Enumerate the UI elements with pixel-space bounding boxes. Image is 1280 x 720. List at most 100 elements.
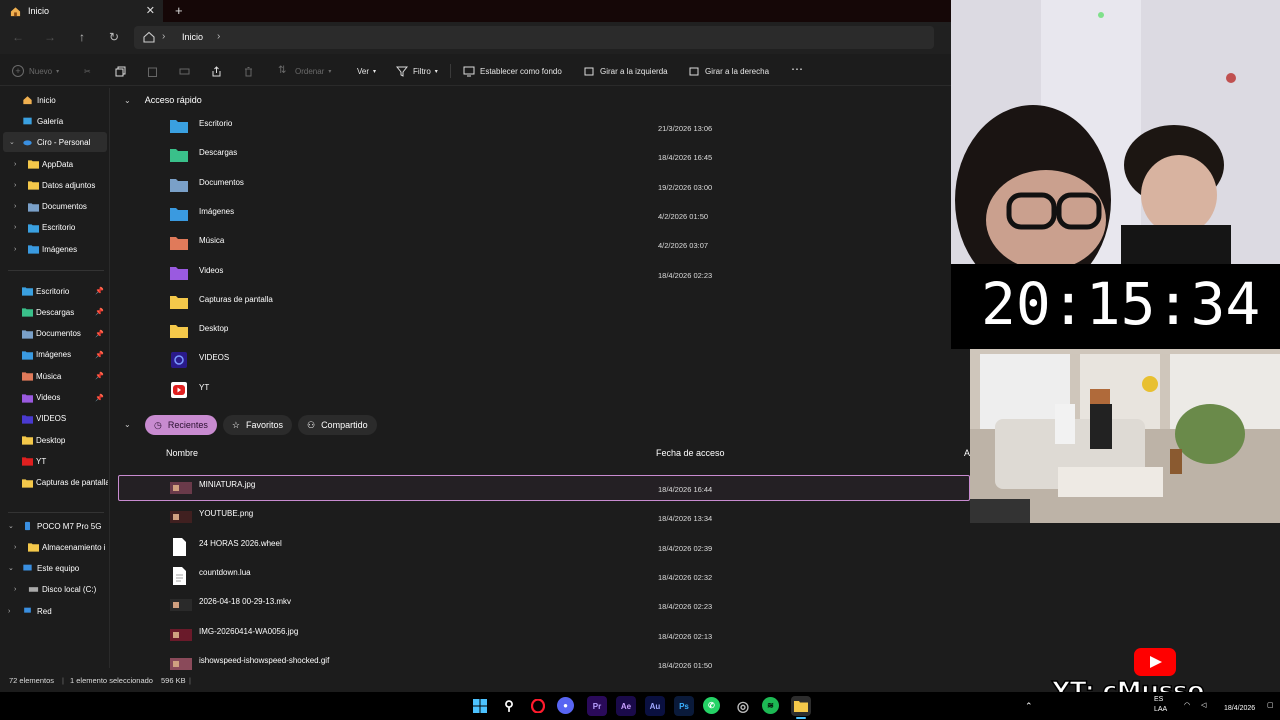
view-button[interactable]: Ver ▾	[357, 64, 376, 78]
chevron-right-icon[interactable]: ›	[217, 31, 220, 42]
sidebar-item-network[interactable]: › Red	[0, 601, 108, 621]
quick-access-item[interactable]: Imágenes 4/2/2026 01:50	[160, 206, 950, 232]
rotate-left-button[interactable]: Girar a la izquierda	[583, 64, 668, 78]
obs-icon[interactable]: ◎	[733, 696, 753, 716]
spotify-icon[interactable]: ≋	[762, 697, 779, 714]
volume-icon[interactable]: ◁	[1201, 701, 1206, 709]
quick-access-item[interactable]: Escritorio 21/3/2026 13:06	[160, 118, 950, 144]
wifi-icon[interactable]: ◠	[1184, 701, 1190, 709]
after-effects-icon[interactable]: Ae	[616, 696, 636, 716]
recent-file-row[interactable]: MINIATURA.jpg 18/4/2026 16:44	[160, 479, 950, 505]
chevron-right-icon[interactable]: ›	[14, 203, 16, 210]
pin-icon[interactable]: 📌	[95, 372, 104, 380]
share-icon[interactable]	[211, 64, 222, 78]
sidebar-item-galeria[interactable]: Galería	[0, 111, 108, 131]
pin-icon[interactable]: 📌	[95, 330, 104, 338]
sidebar-item-pinned-imágenes[interactable]: Imágenes 📌	[0, 345, 108, 365]
opera-icon[interactable]	[528, 696, 548, 716]
start-button[interactable]	[470, 696, 490, 716]
cut-icon[interactable]: ✂	[84, 64, 91, 78]
pin-icon[interactable]: 📌	[95, 394, 104, 402]
sidebar-item-pinned-capturas-de-pantalla[interactable]: Capturas de pantalla	[0, 473, 108, 493]
chevron-right-icon[interactable]: ›	[14, 224, 16, 231]
back-arrow-icon[interactable]: ←	[11, 30, 25, 44]
delete-icon[interactable]	[243, 64, 254, 78]
copy-icon[interactable]	[115, 64, 126, 78]
recent-file-row[interactable]: 24 HORAS 2026.wheel 18/4/2026 02:39	[160, 537, 950, 564]
set-background-button[interactable]: Establecer como fondo	[463, 64, 562, 78]
sidebar-item-pinned-desktop[interactable]: Desktop	[0, 430, 108, 450]
recent-file-row[interactable]: 2026-04-18 00-29-13.mkv 18/4/2026 02:23	[160, 596, 950, 622]
close-tab-icon[interactable]: ✕	[146, 4, 155, 17]
quick-access-item[interactable]: Descargas 18/4/2026 16:45	[160, 147, 950, 173]
sidebar-item-pinned-videos[interactable]: VIDEOS	[0, 409, 108, 429]
quick-access-item[interactable]: Documentos 19/2/2026 03:00	[160, 177, 950, 203]
sidebar-item-pinned-videos[interactable]: Videos 📌	[0, 388, 108, 408]
sidebar-item-this-pc[interactable]: ⌄ Este equipo	[0, 558, 108, 578]
rename-icon[interactable]	[179, 64, 190, 78]
keyboard-layout[interactable]: LAA	[1154, 706, 1167, 713]
photoshop-icon[interactable]: Ps	[674, 696, 694, 716]
pin-icon[interactable]: 📌	[95, 351, 104, 359]
up-arrow-icon[interactable]: ↑	[75, 30, 89, 44]
chevron-down-icon[interactable]: ⌄	[8, 522, 14, 530]
quick-access-item[interactable]: Videos 18/4/2026 02:23	[160, 265, 950, 291]
chevron-right-icon[interactable]: ›	[14, 544, 16, 551]
column-header-access-date[interactable]: Fecha de acceso	[656, 448, 725, 458]
audition-icon[interactable]: Au	[645, 696, 665, 716]
quick-access-item[interactable]: Desktop	[160, 323, 950, 349]
sidebar-item-phone-storage[interactable]: › Almacenamiento i	[0, 537, 108, 557]
quick-access-item[interactable]: Música 4/2/2026 03:07	[160, 235, 950, 261]
chevron-right-icon[interactable]: ›	[162, 31, 165, 42]
forward-arrow-icon[interactable]: →	[43, 30, 57, 44]
sidebar-item-imágenes[interactable]: › Imágenes	[0, 239, 108, 259]
sidebar-item-phone[interactable]: ⌄ POCO M7 Pro 5G	[0, 516, 108, 536]
sidebar-item-pinned-yt[interactable]: YT	[0, 451, 108, 471]
sidebar-item-pinned-escritorio[interactable]: Escritorio 📌	[0, 281, 108, 301]
address-bar[interactable]: › Inicio ›	[134, 26, 934, 49]
chevron-down-icon[interactable]: ⌄	[8, 564, 14, 572]
new-button[interactable]: + Nuevo ▾	[12, 64, 59, 78]
sidebar-item-escritorio[interactable]: › Escritorio	[0, 218, 108, 238]
chevron-right-icon[interactable]: ›	[14, 182, 16, 189]
breadcrumb-inicio[interactable]: Inicio	[182, 32, 203, 42]
whatsapp-icon[interactable]: ✆	[703, 697, 720, 714]
chevron-right-icon[interactable]: ›	[14, 586, 16, 593]
sidebar-item-appdata[interactable]: › AppData	[0, 154, 108, 174]
sidebar-item-pinned-documentos[interactable]: Documentos 📌	[0, 324, 108, 344]
sidebar-item-inicio[interactable]: Inicio	[0, 90, 108, 110]
chevron-down-icon[interactable]: ⌄	[124, 96, 131, 105]
discord-icon[interactable]: ●	[557, 697, 574, 714]
quick-access-item[interactable]: YT	[160, 381, 950, 408]
paste-icon[interactable]	[147, 64, 158, 78]
more-options-icon[interactable]: ⋯	[791, 62, 803, 76]
sidebar-item-pinned-descargas[interactable]: Descargas 📌	[0, 302, 108, 322]
recent-file-row[interactable]: countdown.lua 18/4/2026 02:32	[160, 566, 950, 593]
column-header-name[interactable]: Nombre	[166, 448, 198, 458]
notification-icon[interactable]: ▢	[1267, 701, 1274, 709]
chevron-right-icon[interactable]: ›	[14, 161, 16, 168]
tab-inicio[interactable]: Inicio ✕	[0, 0, 163, 22]
tab-recientes[interactable]: ◷ Recientes	[145, 415, 217, 435]
recent-file-row[interactable]: YOUTUBE.png 18/4/2026 13:34	[160, 508, 950, 534]
chevron-down-icon[interactable]: ⌄	[9, 138, 15, 146]
sidebar-item-local-disk[interactable]: › Disco local (C:)	[0, 579, 108, 599]
sidebar-item-onedrive[interactable]: ⌄ Ciro - Personal	[3, 132, 107, 152]
chevron-right-icon[interactable]: ›	[14, 246, 16, 253]
tab-favoritos[interactable]: ☆ Favoritos	[222, 415, 292, 435]
premiere-icon[interactable]: Pr	[587, 696, 607, 716]
sidebar-item-datos-adjuntos[interactable]: › Datos adjuntos	[0, 175, 108, 195]
rotate-right-button[interactable]: Girar a la derecha	[688, 64, 769, 78]
quick-access-header[interactable]: ⌄ Acceso rápido	[124, 95, 202, 105]
recent-section-toggle[interactable]: ⌄	[124, 420, 145, 429]
filter-button[interactable]: Filtro ▾	[396, 64, 438, 78]
refresh-icon[interactable]: ↻	[107, 30, 121, 44]
chevron-right-icon[interactable]: ›	[8, 608, 10, 615]
pin-icon[interactable]: 📌	[95, 287, 104, 295]
tab-compartido[interactable]: ⚇ Compartido	[297, 415, 377, 435]
pin-icon[interactable]: 📌	[95, 308, 104, 316]
search-icon[interactable]: ⚲	[499, 696, 519, 716]
file-explorer-taskbar-icon[interactable]	[791, 696, 811, 716]
sidebar-item-pinned-música[interactable]: Música 📌	[0, 366, 108, 386]
new-tab-icon[interactable]: +	[175, 3, 183, 18]
